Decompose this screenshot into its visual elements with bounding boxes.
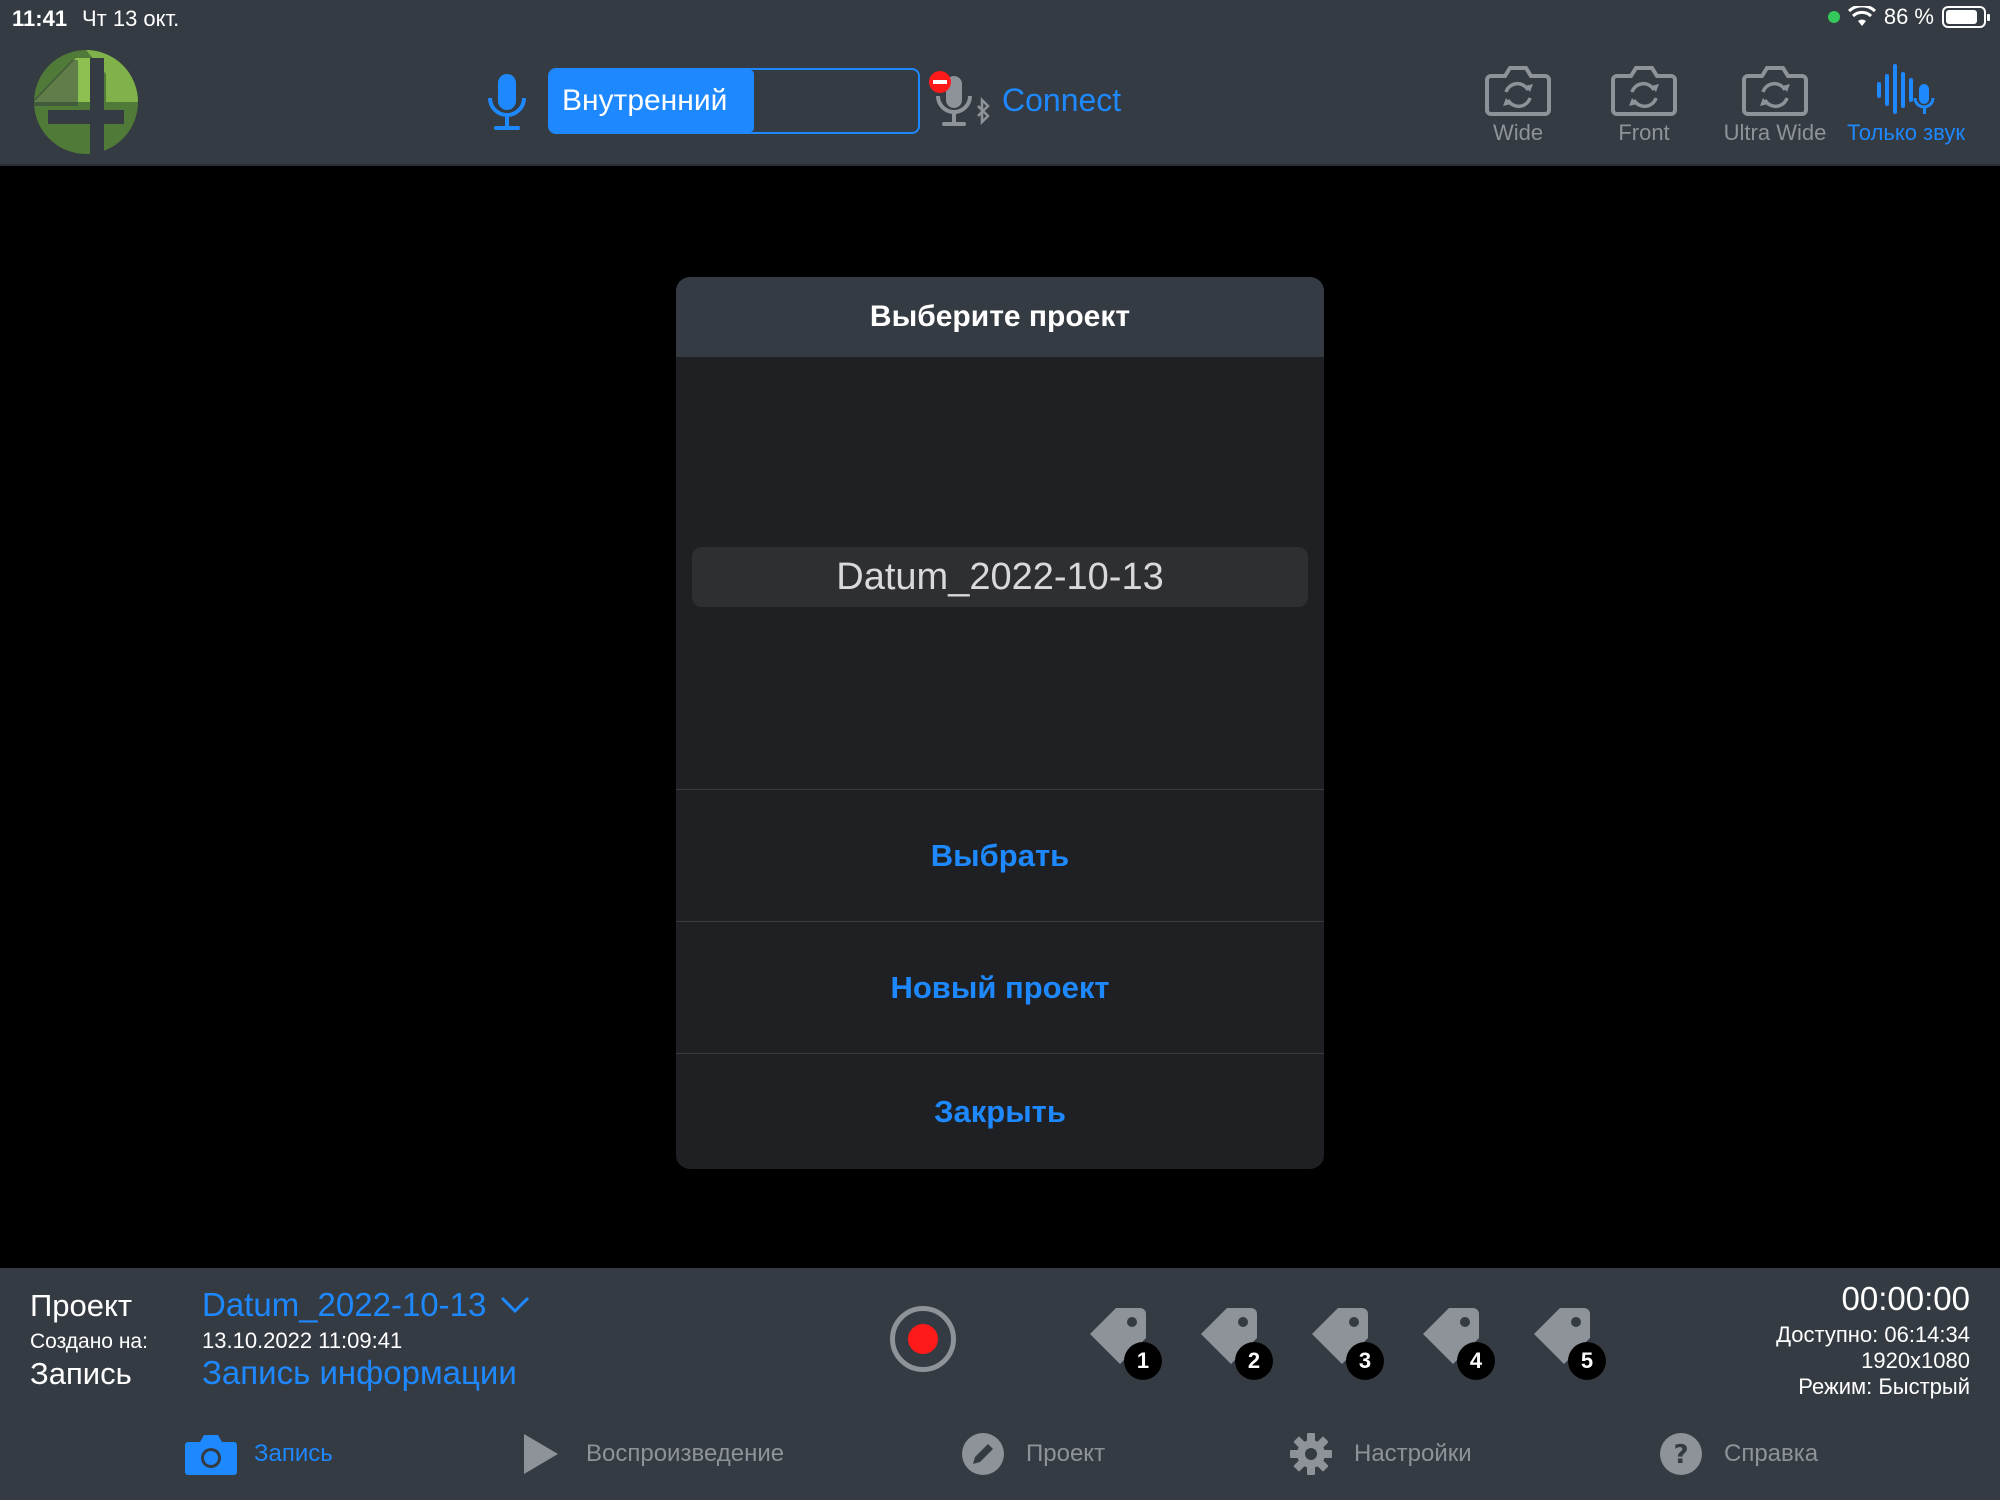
svg-text:?: ? [1673, 1440, 1688, 1470]
tab-project-label: Проект [1026, 1440, 1106, 1467]
camera-switch-icon [1742, 66, 1808, 116]
tab-help[interactable]: ? Справка [1654, 1432, 1818, 1476]
tab-settings-label: Настройки [1354, 1440, 1472, 1467]
tag-number: 5 [1568, 1342, 1606, 1380]
status-time: 11:41 [12, 6, 68, 31]
camera-switch-icon [1485, 66, 1551, 116]
audio-only-button[interactable]: Только звук [1838, 62, 1974, 162]
record-button[interactable] [890, 1306, 956, 1372]
record-dot-icon [908, 1324, 938, 1354]
tag-number: 4 [1457, 1342, 1495, 1380]
gear-icon [1290, 1433, 1332, 1475]
tag-button-3[interactable]: 3 [1308, 1304, 1388, 1380]
audio-only-label: Только звук [1847, 120, 1965, 145]
status-date: Чт 13 окт. [82, 6, 180, 31]
tab-help-label: Справка [1724, 1440, 1819, 1467]
tab-bar: Запись Воспроизведение Проект Настройки … [0, 1416, 2000, 1500]
connect-link[interactable]: Connect [1002, 82, 1121, 119]
battery-percent: 86 % [1883, 4, 1934, 29]
status-right: 86 % [1827, 4, 1990, 30]
available-time: Доступно: 06:14:34 [1776, 1322, 1970, 1347]
chevron-down-icon [501, 1296, 530, 1314]
select-button[interactable]: Выбрать [676, 789, 1324, 921]
top-toolbar: Внутренний Connect Wide Front Ultra Wide… [0, 36, 2000, 166]
tag-number: 2 [1235, 1342, 1273, 1380]
audio-source-external[interactable] [754, 70, 918, 132]
status-bar: 11:41 Чт 13 окт. 86 % [0, 0, 2000, 36]
tab-record-label: Запись [254, 1440, 333, 1467]
recording-timer: 00:00:00 [1841, 1280, 1970, 1317]
resolution: 1920x1080 [1861, 1348, 1970, 1373]
camera-front-button[interactable]: Front [1584, 62, 1704, 162]
tag-button-5[interactable]: 5 [1530, 1304, 1610, 1380]
new-project-button[interactable]: Новый проект [676, 921, 1324, 1053]
dialog-title: Выберите проект [676, 277, 1324, 357]
picker-selected-project[interactable]: Datum_2022-10-13 [692, 547, 1308, 607]
audio-waveform-icon [1877, 64, 1935, 114]
camera-ultra-wide-button[interactable]: Ultra Wide [1710, 62, 1840, 162]
camera-ultra-wide-label: Ultra Wide [1723, 120, 1827, 145]
camera-icon [185, 1435, 237, 1475]
bluetooth-microphone-icon[interactable] [928, 70, 1000, 138]
mic-in-use-indicator-icon [1827, 11, 1840, 23]
audio-source-toggle[interactable]: Внутренний [548, 68, 920, 134]
help-icon: ? [1660, 1433, 1702, 1475]
tag-number: 1 [1124, 1342, 1162, 1380]
tag-button-4[interactable]: 4 [1419, 1304, 1499, 1380]
select-project-dialog: Выберите проект Datum_2022-10-13 Выбрать… [676, 277, 1324, 1169]
created-label: Создано на: [30, 1330, 148, 1353]
project-dropdown[interactable]: Datum_2022-10-13 [202, 1286, 530, 1324]
camera-wide-button[interactable]: Wide [1458, 62, 1578, 162]
record-label: Запись [30, 1356, 132, 1391]
tab-settings[interactable]: Настройки [1284, 1432, 1472, 1476]
tab-project[interactable]: Проект [956, 1432, 1105, 1476]
tab-record[interactable]: Запись [184, 1432, 333, 1476]
tag-button-1[interactable]: 1 [1086, 1304, 1166, 1380]
record-info-link[interactable]: Запись информации [202, 1354, 517, 1392]
audio-source-internal[interactable]: Внутренний [550, 70, 754, 132]
tag-number: 3 [1346, 1342, 1384, 1380]
tag-button-2[interactable]: 2 [1197, 1304, 1277, 1380]
project-dropdown-value: Datum_2022-10-13 [202, 1286, 487, 1323]
app-logo-icon [28, 50, 138, 154]
pencil-icon [962, 1433, 1004, 1475]
play-icon [524, 1434, 558, 1474]
project-label: Проект [30, 1288, 133, 1323]
close-button[interactable]: Закрыть [676, 1053, 1324, 1169]
project-picker[interactable]: Datum_2022-10-13 [676, 357, 1324, 789]
tab-playback-label: Воспроизведение [586, 1440, 785, 1467]
mode: Режим: Быстрый [1798, 1374, 1970, 1399]
camera-switch-icon [1611, 66, 1677, 116]
wifi-icon [1847, 6, 1876, 26]
tab-playback[interactable]: Воспроизведение [516, 1432, 784, 1476]
battery-icon [1942, 6, 1990, 28]
camera-wide-label: Wide [1492, 120, 1544, 145]
created-value: 13.10.2022 11:09:41 [202, 1328, 403, 1353]
microphone-icon[interactable] [484, 72, 530, 134]
camera-front-label: Front [1618, 120, 1670, 145]
bottom-panel: Проект Datum_2022-10-13 Создано на: 13.1… [0, 1268, 2000, 1500]
